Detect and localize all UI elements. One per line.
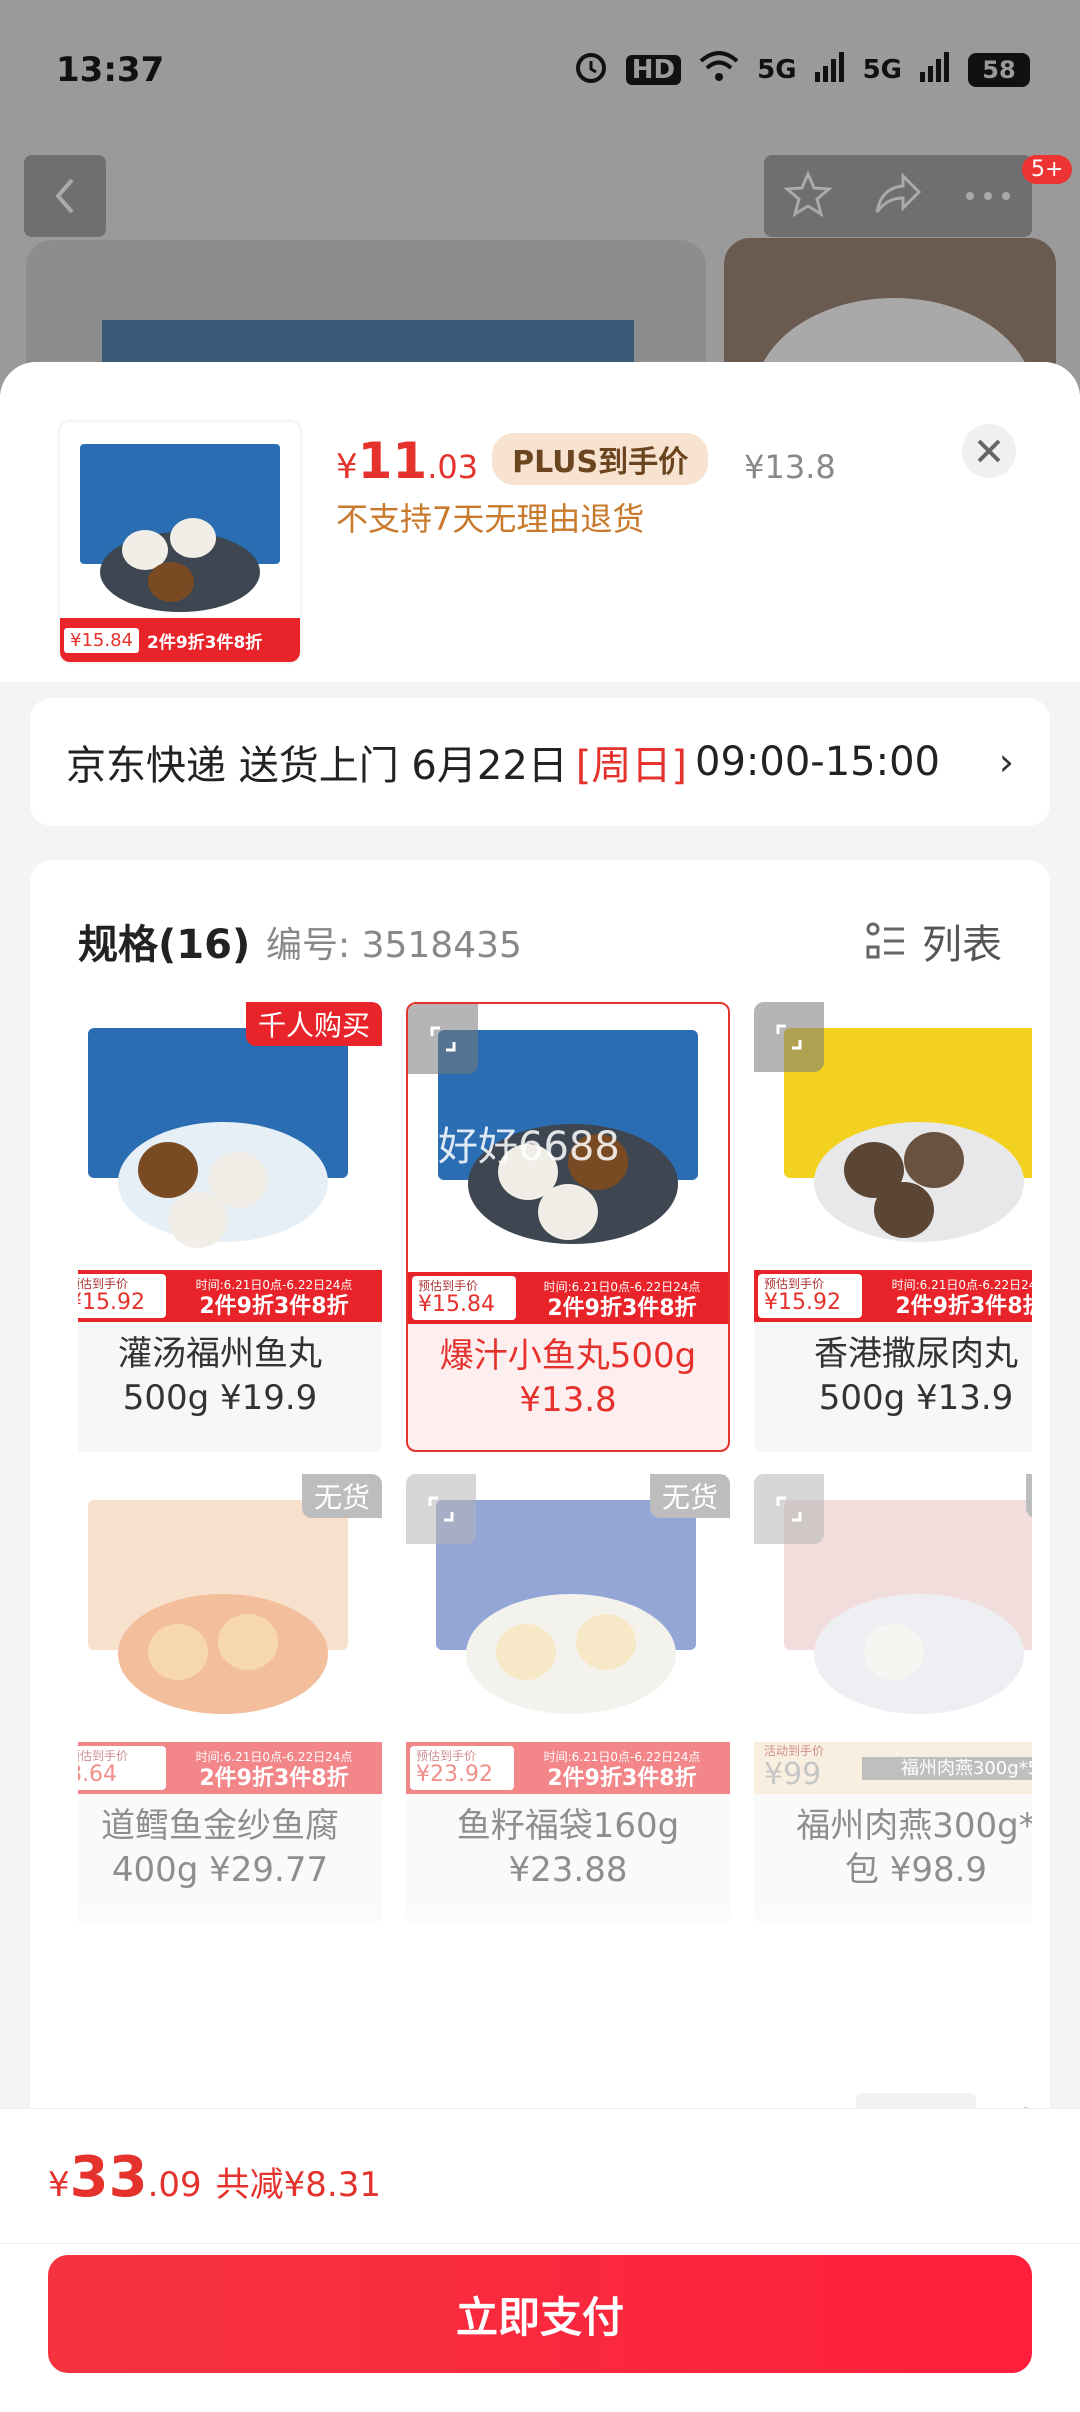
spec-title: 规格(16): [78, 922, 251, 968]
status-bar: 13:37 HD 5G 5G 58: [0, 0, 1080, 140]
watermark-text: 好好6688: [438, 1124, 620, 1170]
total-integer: 33: [69, 2145, 148, 2210]
plus-price-tag: PLUS到手价: [492, 433, 709, 485]
price-integer: 11: [357, 432, 428, 490]
total-price: ¥ 33 .09 共减¥8.31: [48, 2145, 381, 2210]
total-symbol: ¥: [48, 2165, 70, 2205]
spec-option-name: 福州肉燕300g* 包 ¥98.9: [796, 1806, 1032, 1890]
thumb-promo-price: ¥15.84: [64, 627, 139, 653]
product-thumbnail[interactable]: ¥15.84 2件9折3件8折: [60, 422, 300, 662]
total-saving: 共减¥8.31: [215, 2165, 381, 2205]
back-button[interactable]: [24, 155, 106, 237]
status-time: 13:37: [56, 50, 165, 90]
wifi-icon: [699, 50, 739, 90]
list-icon: [866, 922, 904, 959]
signal-bars-icon-2: [920, 51, 950, 89]
status-icons: HD 5G 5G 58: [574, 50, 1030, 91]
spec-code: 编号: 3518435: [266, 925, 522, 966]
checkout-footer: ¥ 33 .09 共减¥8.31 立即支付: [0, 2108, 1080, 2412]
spec-option-unavailable[interactable]: 预估到手价 ¥23.92 时间:6.21日0点-6.22日24点 2件9折3件8折 …: [406, 1474, 730, 1924]
sku-sheet: ¥15.84 2件9折3件8折 ¥ 11 .03 PLUS到手价 ¥13.8 不…: [0, 362, 1080, 2412]
star-icon[interactable]: [783, 170, 834, 222]
share-icon[interactable]: [873, 170, 923, 222]
spec-option[interactable]: 预估到手价¥15.92 时间:6.21日0点-6.22日24点2件9折3件8折 …: [78, 1002, 382, 1452]
price-line: ¥ 11 .03 PLUS到手价 ¥13.8: [336, 432, 836, 491]
spec-option[interactable]: 预估到手价¥15.92 时间:6.21日0点-6.22日24点2件9折3件8折 …: [754, 1002, 1032, 1452]
out-of-stock-tag: 无货: [649, 1474, 730, 1518]
spec-option-promo: 活动到手价 ¥99 福州肉燕300g*5: [754, 1742, 1032, 1794]
spec-option-promo: 预估到手价 ¥15.84 时间:6.21日0点-6.22日24点 2件9折3件8折: [408, 1272, 728, 1324]
thumb-promo-text: 2件9折3件8折: [146, 632, 263, 653]
list-view-toggle[interactable]: 列表: [866, 912, 1002, 970]
spec-option-unavailable[interactable]: 预估到手价8.64 时间:6.21日0点-6.22日24点2件9折3件8折 道鳕…: [78, 1474, 382, 1924]
delivery-row[interactable]: 京东快递 送货上门 6月22日 [周日] 09:00-15:00 ›: [30, 698, 1050, 826]
popular-tag: 千人购买: [245, 1002, 382, 1046]
spec-option-promo: 预估到手价¥15.92 时间:6.21日0点-6.22日24点2件9折3件8折: [754, 1270, 1032, 1322]
delivery-text: 京东快递 送货上门 6月22日: [66, 743, 568, 789]
original-price: ¥13.8: [744, 448, 836, 486]
list-view-label: 列表: [922, 922, 1002, 968]
delivery-weekday: [周日]: [575, 743, 687, 789]
spec-option-name: 灌汤福州鱼丸 500g ¥19.9: [118, 1334, 322, 1418]
close-icon: [977, 439, 1001, 463]
spec-option-promo: 预估到手价8.64 时间:6.21日0点-6.22日24点2件9折3件8折: [78, 1742, 382, 1794]
chevron-right-icon: ›: [998, 740, 1014, 784]
expand-icon[interactable]: [754, 1002, 824, 1072]
signal-5g-icon-2: 5G: [862, 55, 902, 85]
hd-icon: HD: [625, 55, 682, 85]
spec-option-promo: 预估到手价¥15.92 时间:6.21日0点-6.22日24点2件9折3件8折: [78, 1270, 382, 1322]
more-icon[interactable]: [964, 187, 1012, 206]
out-of-stock-tag: 无: [1025, 1474, 1032, 1518]
spec-grid: 预估到手价¥15.92 时间:6.21日0点-6.22日24点2件9折3件8折 …: [78, 1002, 1032, 1942]
sheet-header: ¥15.84 2件9折3件8折 ¥ 11 .03 PLUS到手价 ¥13.8 不…: [0, 362, 1080, 682]
alarm-icon: [574, 50, 608, 91]
delivery-time: 09:00-15:00: [695, 739, 940, 785]
return-policy-notice: 不支持7天无理由退货: [336, 500, 645, 538]
expand-icon[interactable]: [754, 1474, 824, 1544]
pay-now-button[interactable]: 立即支付: [48, 2255, 1032, 2373]
spec-option-unavailable[interactable]: 活动到手价¥99 福州肉燕300g*5 福州肉燕300g* 包 ¥98.9 无: [754, 1474, 1032, 1924]
spec-option-name: 道鳕鱼金纱鱼腐 400g ¥29.77: [101, 1806, 339, 1890]
close-button[interactable]: [962, 424, 1016, 478]
total-decimal: .09: [147, 2165, 202, 2205]
spec-option-promo: 预估到手价 ¥23.92 时间:6.21日0点-6.22日24点 2件9折3件8折: [406, 1742, 730, 1794]
spec-option-name: 爆汁小鱼丸500g ¥13.8: [439, 1336, 697, 1420]
battery-icon: 58: [968, 53, 1030, 87]
price-symbol: ¥: [336, 447, 358, 487]
signal-5g-icon: 5G: [757, 55, 797, 85]
spec-option-selected[interactable]: 好好6688 预估到手价 ¥15.84 时间:6.21日0点-6.22日24点 2件…: [406, 1002, 730, 1452]
expand-icon[interactable]: [408, 1004, 478, 1074]
expand-icon[interactable]: [406, 1474, 476, 1544]
message-badge: 5+: [1022, 155, 1073, 184]
spec-option-name: 香港撒尿肉丸 500g ¥13.9: [814, 1334, 1018, 1418]
out-of-stock-tag: 无货: [301, 1474, 382, 1518]
signal-bars-icon: [814, 51, 845, 89]
top-actions: [764, 155, 1032, 237]
divider: [0, 2243, 1080, 2244]
chevron-left-icon: [55, 178, 74, 214]
price-decimal: .03: [427, 448, 479, 486]
spec-option-name: 鱼籽福袋160g ¥23.88: [456, 1806, 680, 1890]
